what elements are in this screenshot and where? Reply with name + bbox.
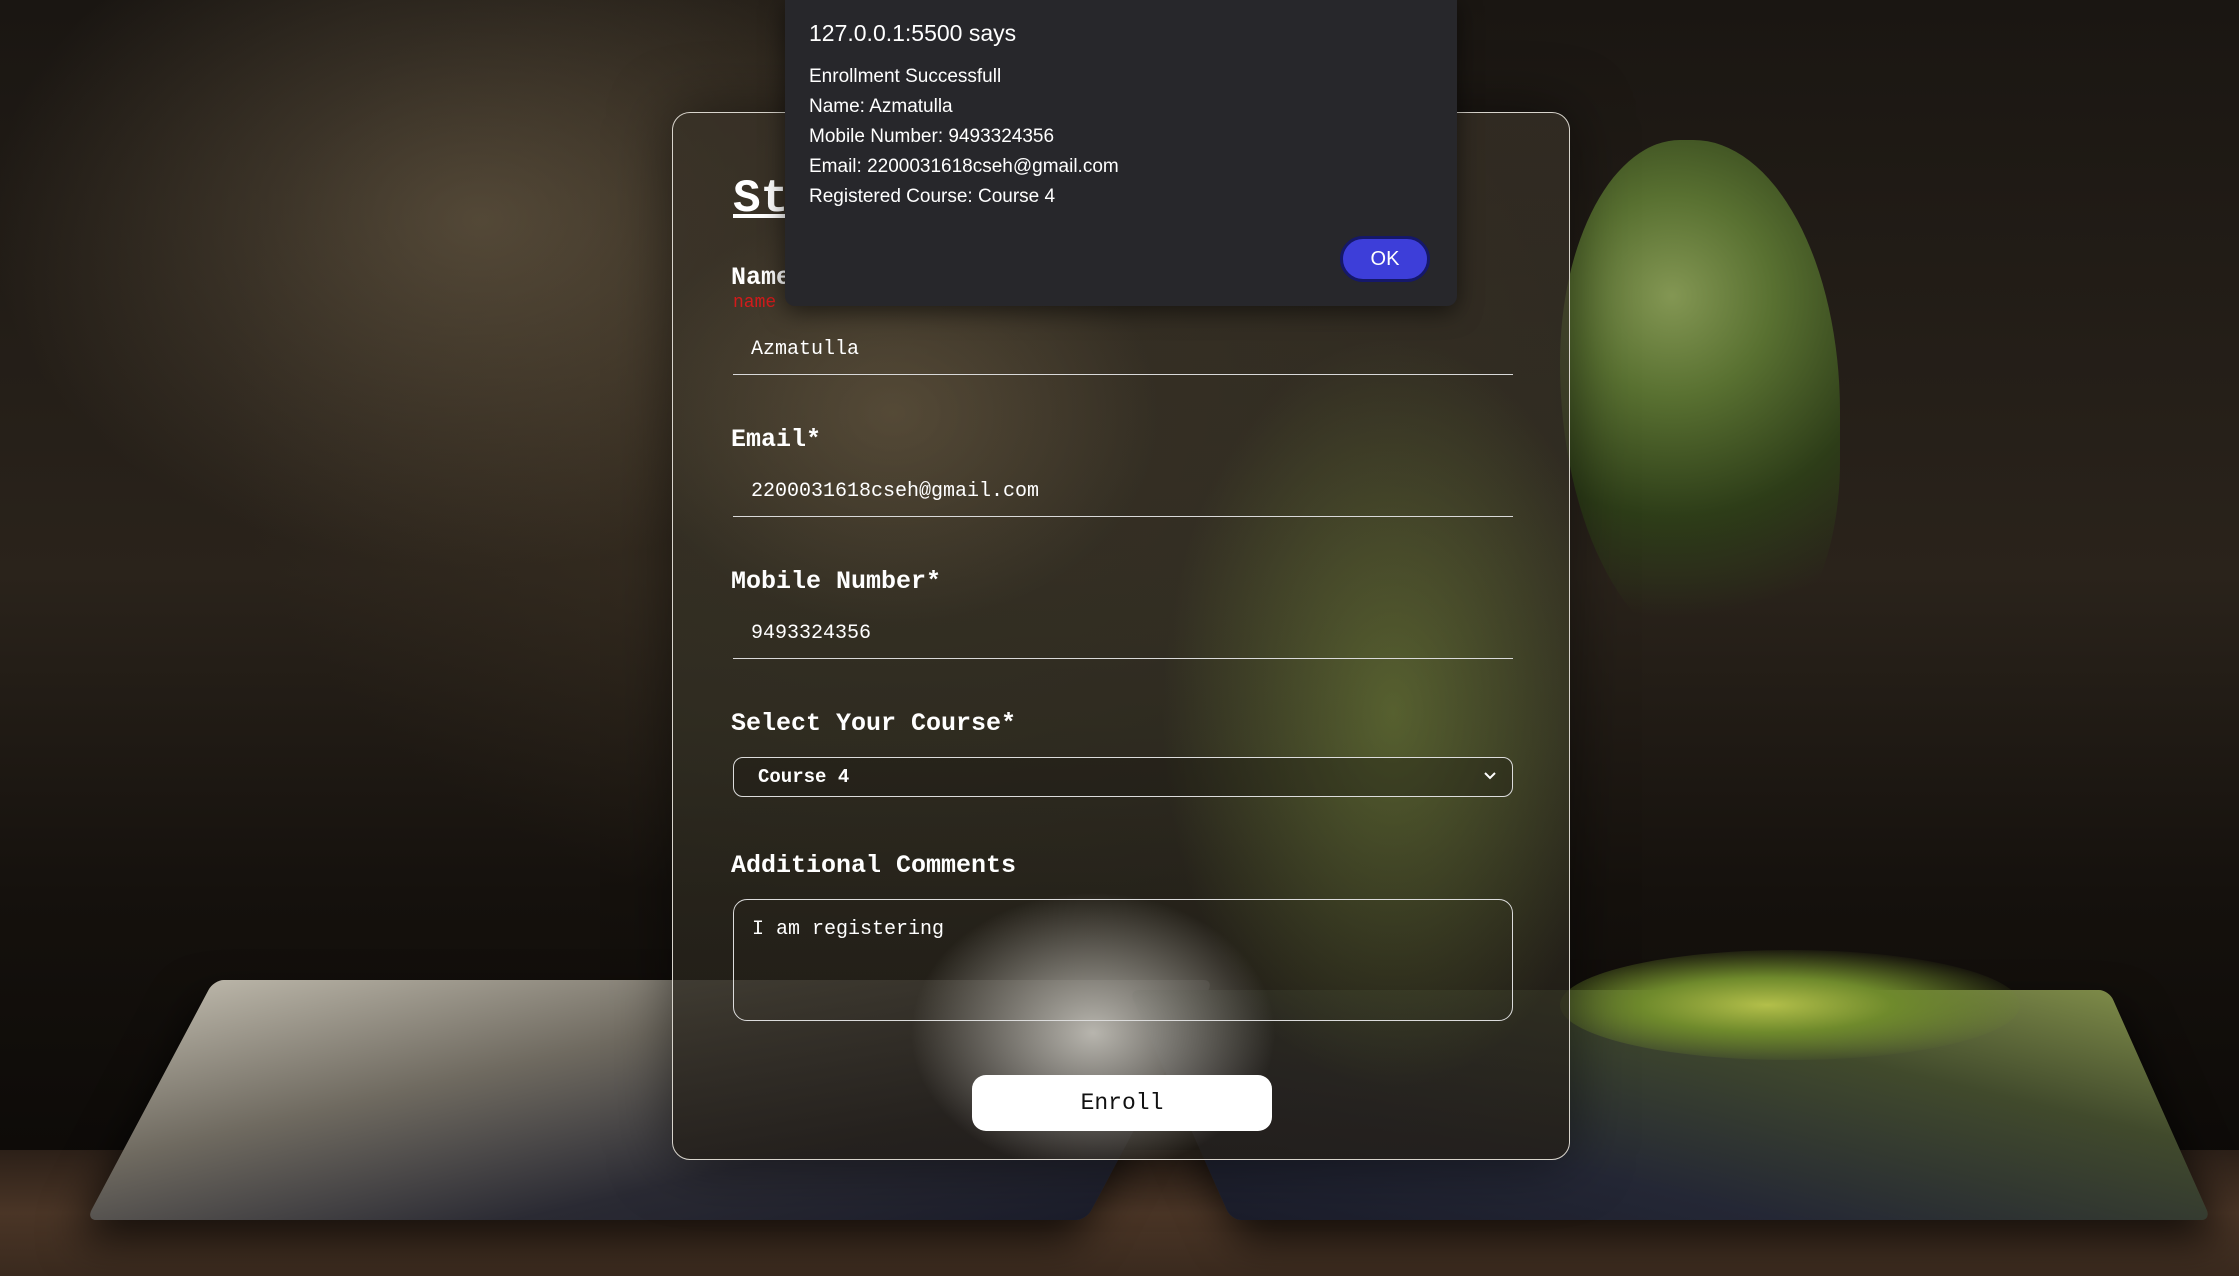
background-scene: St Name name Email* Mobile Number* Selec… [0, 0, 2239, 1276]
form-title: St [733, 173, 789, 225]
grass-patch [1560, 950, 2020, 1060]
ok-button[interactable]: OK [1340, 236, 1430, 282]
enroll-button[interactable]: Enroll [972, 1075, 1272, 1131]
tree-illustration [1560, 140, 1840, 660]
alert-message: Enrollment Successfull Name: Azmatulla M… [809, 62, 1119, 212]
comments-textarea[interactable]: I am registering [733, 899, 1513, 1021]
alert-line: Name: Azmatulla [809, 96, 953, 117]
course-selected-value: Course 4 [758, 766, 850, 788]
name-label: Name [731, 263, 792, 292]
mobile-number-input[interactable] [733, 609, 1513, 659]
email-input[interactable] [733, 467, 1513, 517]
alert-line: Registered Course: Course 4 [809, 186, 1056, 207]
comments-label: Additional Comments [731, 851, 1017, 880]
chevron-down-icon [1484, 772, 1496, 780]
alert-dialog: 127.0.0.1:5500 says Enrollment Successfu… [785, 0, 1457, 306]
course-label: Select Your Course* [731, 709, 1017, 738]
alert-line: Email: 2200031618cseh@gmail.com [809, 156, 1119, 177]
alert-title: 127.0.0.1:5500 says [809, 20, 1017, 46]
name-input[interactable] [733, 325, 1513, 375]
email-label: Email* [731, 425, 822, 454]
name-error-message: name [733, 293, 777, 313]
mobile-number-label: Mobile Number* [731, 567, 942, 596]
alert-line: Enrollment Successfull [809, 66, 1002, 87]
alert-line: Mobile Number: 9493324356 [809, 126, 1055, 147]
course-select[interactable]: Course 4 [733, 757, 1513, 797]
